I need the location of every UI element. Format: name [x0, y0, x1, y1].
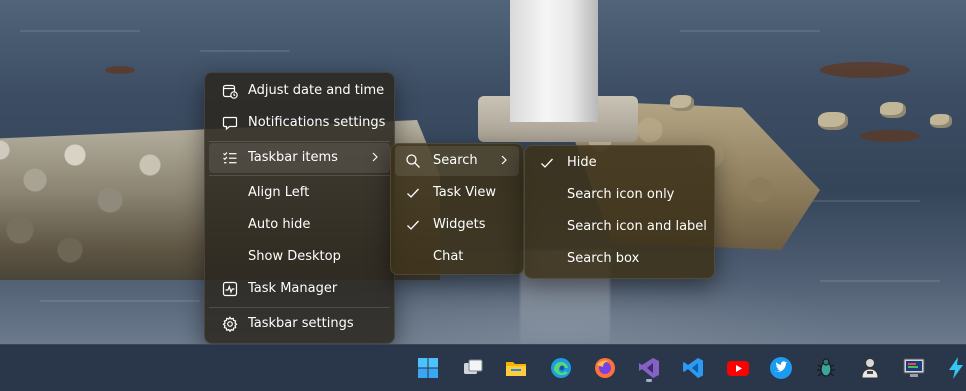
activity-monitor-icon — [222, 281, 238, 297]
menu-item-taskbar-settings[interactable]: Taskbar settings — [209, 309, 390, 339]
menu-separator — [209, 141, 390, 142]
vscode-icon — [681, 356, 705, 380]
checkmark-icon — [405, 185, 421, 201]
menu-item-label: Align Left — [248, 185, 310, 200]
menu-item-hide[interactable]: Hide — [529, 148, 710, 178]
menu-item-label: Hide — [567, 155, 597, 170]
terminal-app-button[interactable] — [898, 352, 930, 384]
menu-item-widgets[interactable]: Widgets — [395, 210, 519, 240]
menu-item-label: Search icon and label — [567, 219, 707, 234]
search-submenu: Hide Search icon only Search icon and la… — [524, 145, 715, 279]
menu-item-label: Adjust date and time — [248, 83, 385, 98]
menu-item-search[interactable]: Search — [395, 146, 519, 176]
computer-icon — [902, 356, 926, 380]
menu-item-label: Search icon only — [567, 187, 675, 202]
menu-item-label: Auto hide — [248, 217, 311, 232]
menu-item-label: Taskbar settings — [248, 316, 354, 331]
checkmark-icon — [405, 217, 421, 233]
firefox-button[interactable] — [589, 352, 621, 384]
menu-item-show-desktop[interactable]: Show Desktop — [209, 242, 390, 272]
menu-item-taskbar-items[interactable]: Taskbar items — [209, 143, 390, 173]
running-indicator — [646, 379, 652, 382]
checklist-icon — [222, 150, 238, 166]
menu-separator — [209, 307, 390, 308]
folder-icon — [504, 356, 528, 380]
windows-logo-icon — [416, 356, 440, 380]
chevron-right-icon — [370, 149, 380, 165]
vscode-button[interactable] — [677, 352, 709, 384]
youtube-button[interactable] — [722, 352, 754, 384]
user-figure-icon — [858, 356, 882, 380]
lightning-icon — [944, 356, 966, 380]
gear-icon — [222, 316, 238, 332]
chat-bubble-icon — [222, 115, 238, 131]
chevron-right-icon — [499, 152, 509, 168]
menu-item-task-view[interactable]: Task View — [395, 178, 519, 208]
calendar-clock-icon — [222, 83, 238, 99]
start-button[interactable] — [412, 352, 444, 384]
menu-item-label: Widgets — [433, 217, 486, 232]
checkmark-icon — [539, 155, 555, 171]
firefox-icon — [593, 356, 617, 380]
task-view-button[interactable] — [457, 352, 489, 384]
menu-item-label: Taskbar items — [248, 150, 338, 165]
menu-item-notifications-settings[interactable]: Notifications settings — [209, 108, 390, 138]
twitter-icon — [769, 356, 793, 380]
menu-item-align-left[interactable]: Align Left — [209, 178, 390, 208]
task-view-icon — [461, 356, 485, 380]
user-app-button[interactable] — [854, 352, 886, 384]
taskbar-context-menu: Adjust date and time Notifications setti… — [204, 72, 395, 344]
bug-app-button[interactable] — [810, 352, 842, 384]
menu-item-task-manager[interactable]: Task Manager — [209, 274, 390, 304]
bug-icon — [814, 356, 838, 380]
menu-separator — [209, 175, 390, 176]
menu-item-search-box[interactable]: Search box — [529, 244, 710, 274]
menu-item-label: Chat — [433, 249, 464, 264]
visual-studio-icon — [637, 356, 661, 380]
menu-item-label: Search — [433, 153, 478, 168]
file-explorer-button[interactable] — [500, 352, 532, 384]
visual-studio-button[interactable] — [633, 352, 665, 384]
menu-item-label: Show Desktop — [248, 249, 341, 264]
taskbar-items-submenu: Search Task View Widgets Chat — [390, 143, 524, 275]
menu-item-search-icon-and-label[interactable]: Search icon and label — [529, 212, 710, 242]
edge-icon — [549, 356, 573, 380]
twitter-button[interactable] — [765, 352, 797, 384]
menu-item-search-icon-only[interactable]: Search icon only — [529, 180, 710, 210]
menu-item-adjust-date-time[interactable]: Adjust date and time — [209, 76, 390, 106]
menu-item-auto-hide[interactable]: Auto hide — [209, 210, 390, 240]
power-app-button[interactable] — [940, 352, 966, 384]
menu-item-label: Task Manager — [248, 281, 338, 296]
taskbar — [0, 344, 966, 391]
edge-button[interactable] — [545, 352, 577, 384]
search-icon — [405, 153, 421, 169]
menu-item-label: Notifications settings — [248, 115, 386, 130]
menu-item-label: Task View — [433, 185, 497, 200]
menu-item-chat[interactable]: Chat — [395, 242, 519, 272]
youtube-icon — [726, 356, 750, 380]
menu-item-label: Search box — [567, 251, 640, 266]
